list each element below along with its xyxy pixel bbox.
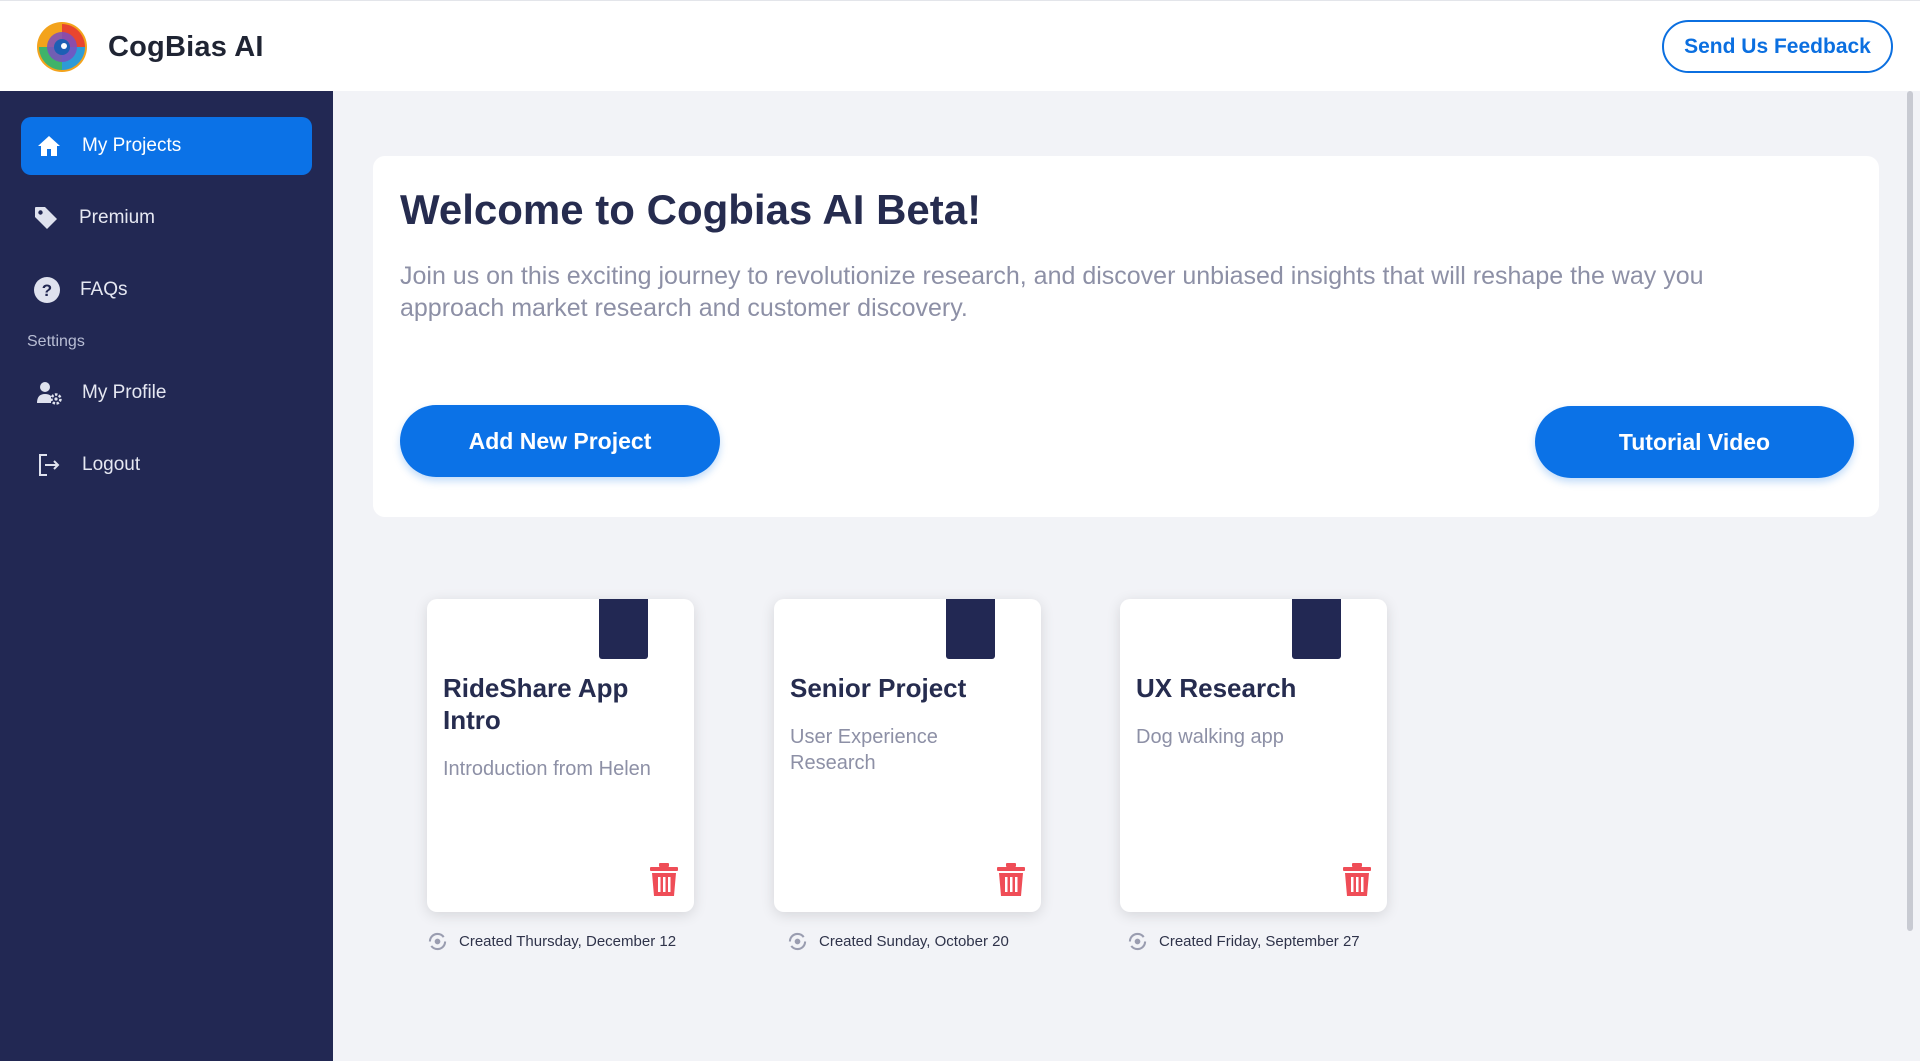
app-logo[interactable]: CogBias AI	[26, 19, 264, 76]
sidebar-item-label: My Profile	[82, 382, 167, 403]
logo-swirl-icon	[37, 22, 87, 72]
project-card[interactable]: UX Research Dog walking app	[1120, 599, 1387, 912]
send-feedback-button[interactable]: Send Us Feedback	[1662, 20, 1893, 73]
sidebar-item-faqs[interactable]: ? FAQs	[21, 261, 312, 319]
sidebar-item-label: My Projects	[82, 135, 182, 156]
project-title: RideShare App Intro	[443, 673, 629, 735]
welcome-title: Welcome to Cogbias AI Beta!	[400, 186, 982, 233]
trash-icon[interactable]	[1342, 863, 1372, 897]
trash-icon[interactable]	[649, 863, 679, 897]
sidebar-item-label: FAQs	[80, 279, 128, 300]
project-created-date: Created Sunday, October 20	[788, 932, 1009, 951]
sync-icon	[788, 932, 807, 951]
project-card[interactable]: RideShare App Intro Introduction from He…	[427, 599, 694, 912]
project-title: Senior Project	[790, 673, 967, 703]
home-icon	[34, 131, 64, 161]
sidebar-item-my-projects[interactable]: My Projects	[21, 117, 312, 175]
trash-icon[interactable]	[996, 863, 1026, 897]
sidebar-item-my-profile[interactable]: My Profile	[21, 364, 312, 422]
created-text: Created Thursday, December 12	[459, 933, 677, 950]
sync-icon	[428, 932, 447, 951]
settings-section-label: Settings	[27, 333, 85, 350]
project-description: Dog walking app	[1136, 726, 1284, 748]
bookmark-tab	[599, 599, 648, 659]
tag-icon	[31, 203, 61, 233]
sidebar-item-logout[interactable]: Logout	[21, 436, 312, 494]
tutorial-video-button[interactable]: Tutorial Video	[1535, 406, 1854, 478]
bookmark-tab	[1292, 599, 1341, 659]
add-new-project-button[interactable]: Add New Project	[400, 405, 720, 477]
sidebar-item-premium[interactable]: Premium	[21, 189, 312, 247]
user-gear-icon	[34, 378, 64, 408]
sidebar-item-label: Premium	[79, 207, 156, 228]
app-name: CogBias AI	[108, 31, 264, 63]
created-text: Created Sunday, October 20	[819, 933, 1009, 950]
svg-text:?: ?	[42, 281, 52, 300]
created-text: Created Friday, September 27	[1159, 933, 1360, 950]
question-circle-icon: ?	[32, 275, 62, 305]
bookmark-tab	[946, 599, 995, 659]
project-card[interactable]: Senior Project User Experience Research	[774, 599, 1041, 912]
project-description: Introduction from Helen	[443, 758, 651, 780]
project-created-date: Created Thursday, December 12	[428, 932, 676, 951]
sidebar-item-label: Logout	[82, 454, 141, 475]
project-created-date: Created Friday, September 27	[1128, 932, 1360, 951]
welcome-text: Join us on this exciting journey to revo…	[400, 262, 1704, 322]
vertical-scrollbar[interactable]	[1907, 91, 1913, 931]
logout-icon	[34, 450, 64, 480]
top-bar: CogBias AI Send Us Feedback	[0, 0, 1920, 91]
project-description: User Experience Research	[790, 726, 938, 774]
project-title: UX Research	[1136, 673, 1297, 703]
sync-icon	[1128, 932, 1147, 951]
sidebar: My Projects Premium ? FAQs Settings My P…	[0, 91, 333, 1061]
welcome-card: Welcome to Cogbias AI Beta! Join us on t…	[373, 156, 1879, 517]
